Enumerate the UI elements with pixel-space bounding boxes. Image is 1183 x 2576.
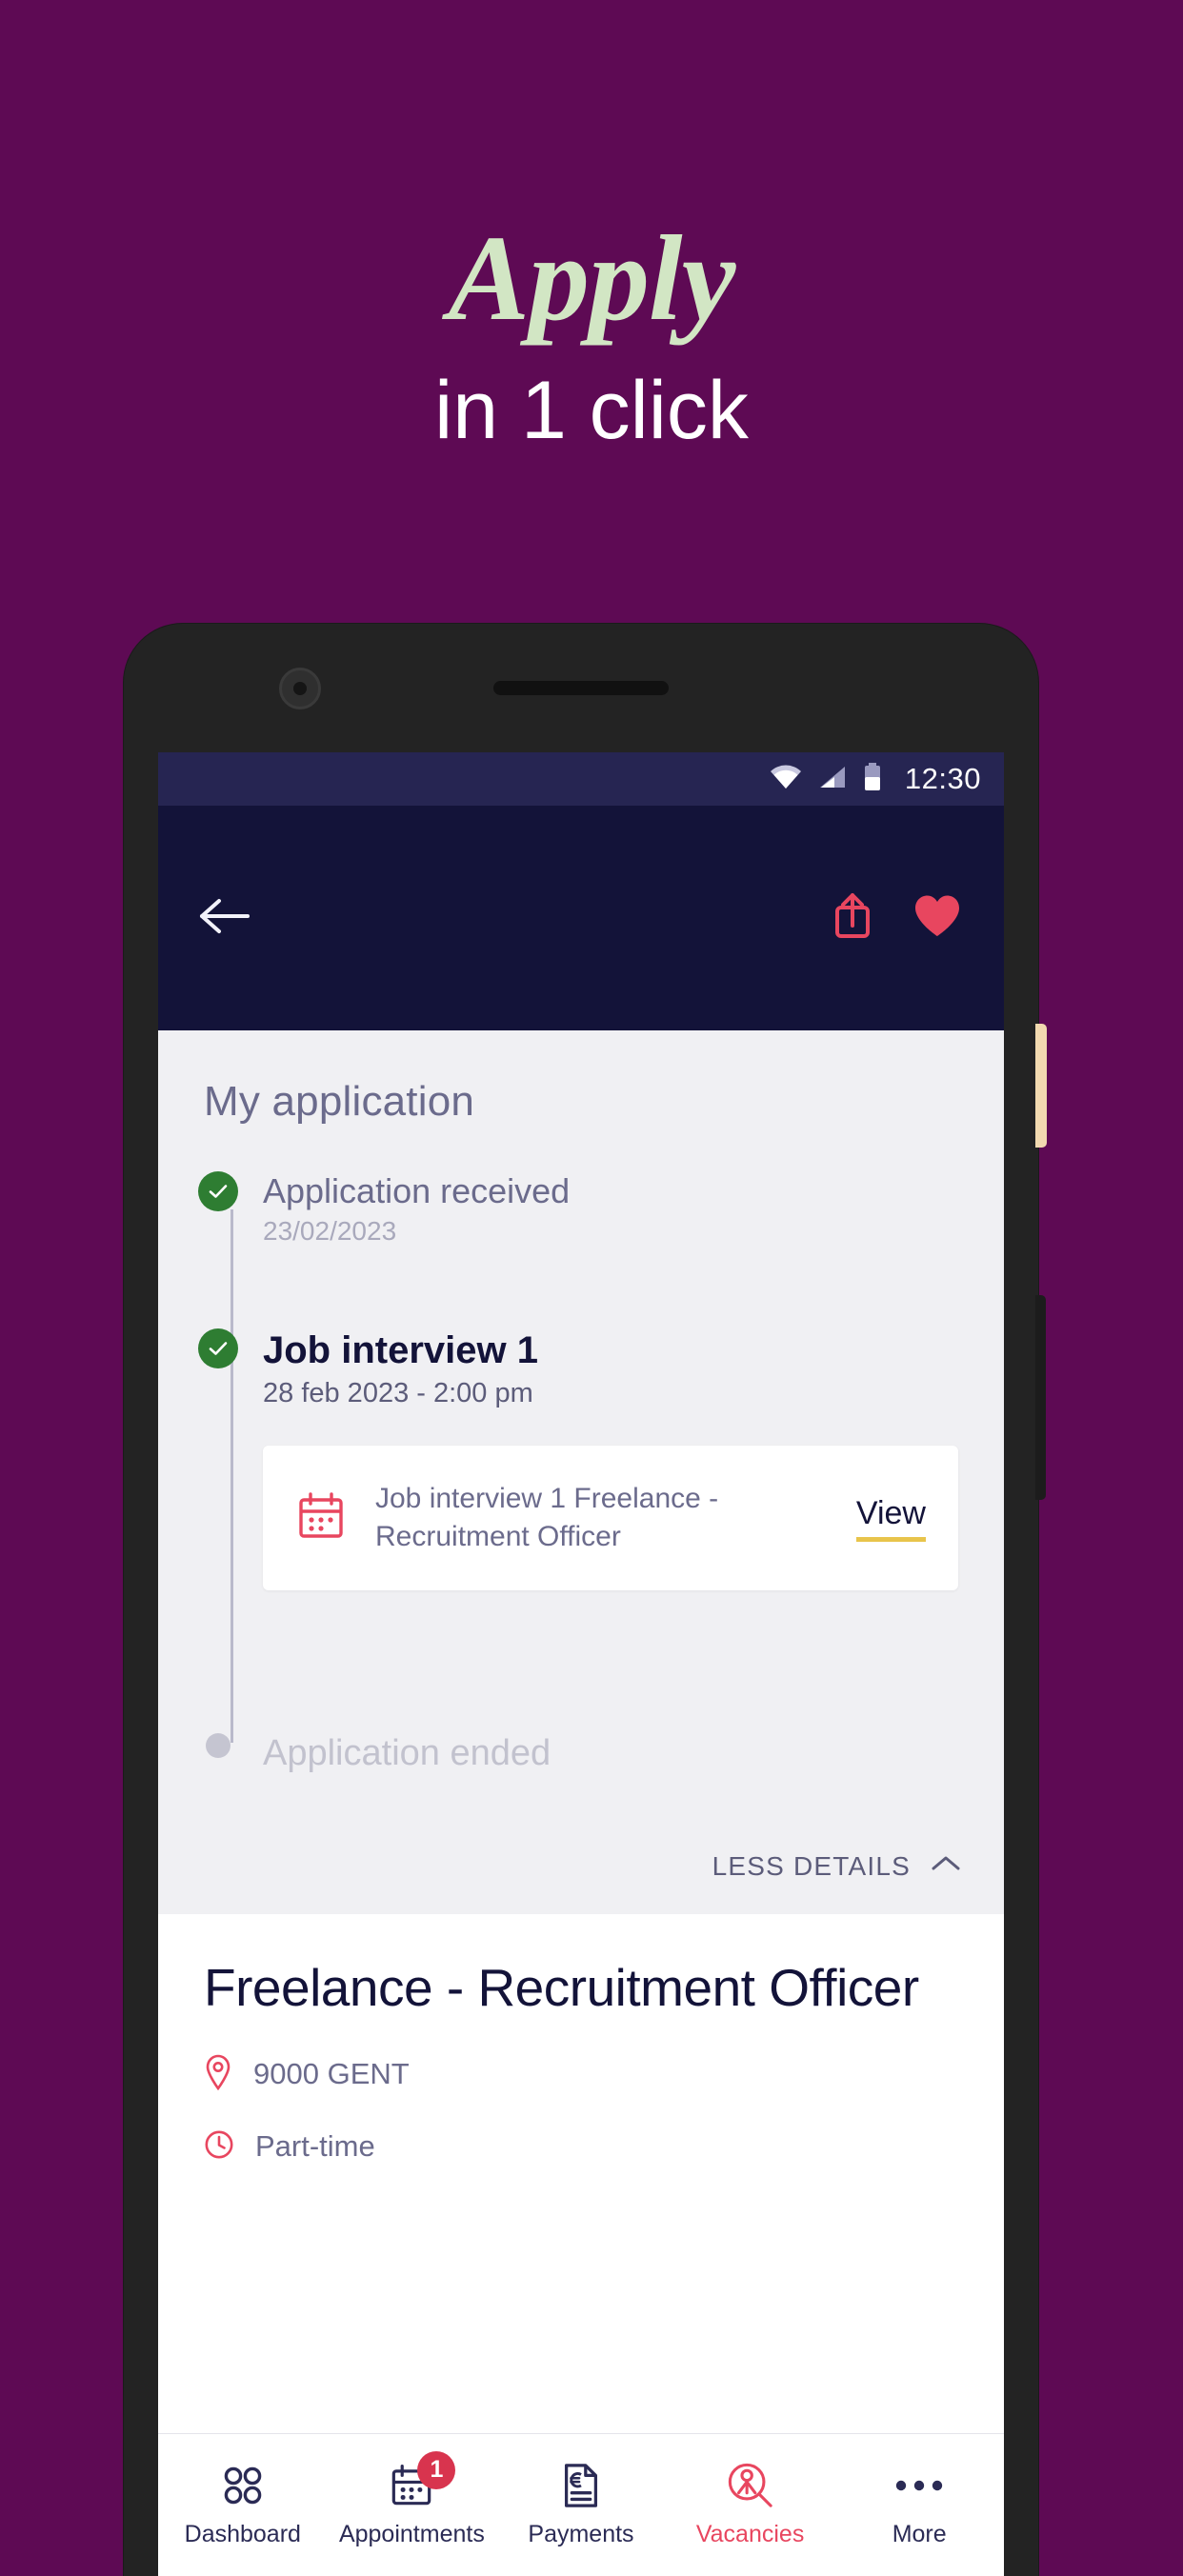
my-application-panel: My application Application received 23/0… (158, 1030, 1004, 1914)
bottom-navigation: Dashboard 1 Appointments Payments Vacanc… (158, 2433, 1004, 2576)
cellular-signal-icon (818, 765, 847, 794)
grid-dots-icon (218, 2463, 268, 2508)
nav-item-payments[interactable]: Payments (496, 2463, 666, 2548)
status-bar: 12:30 (158, 752, 1004, 806)
phone-screen: 12:30 My application Application receive… (158, 752, 1004, 2576)
nav-item-more[interactable]: More (834, 2463, 1004, 2548)
check-circle-icon (198, 1171, 238, 1211)
application-timeline: Application received 23/02/2023 Job inte… (158, 1171, 1004, 1775)
hero-headline-primary: Apply (448, 210, 736, 346)
nav-label: Dashboard (184, 2520, 301, 2547)
status-bar-clock: 12:30 (904, 762, 981, 795)
view-link[interactable]: View (855, 1495, 926, 1542)
phone-mockup: 12:30 My application Application receive… (124, 624, 1047, 2576)
notification-badge: 1 (417, 2450, 456, 2489)
app-bar (158, 806, 1004, 1030)
timeline-step-application-ended: Application ended (204, 1733, 1004, 1775)
phone-top-bezel (124, 624, 1038, 752)
interview-card[interactable]: Job interview 1 Freelance - Recruitment … (263, 1446, 958, 1591)
job-meta-contract: Part-time (204, 2129, 958, 2165)
earpiece-speaker (493, 681, 669, 695)
document-euro-icon (560, 2463, 602, 2508)
clock-icon (204, 2129, 234, 2165)
timeline-step-date: 23/02/2023 (263, 1216, 397, 1247)
nav-label: More (892, 2520, 947, 2547)
nav-item-vacancies[interactable]: Vacancies (666, 2463, 835, 2548)
share-icon[interactable] (831, 891, 874, 946)
location-pin-icon (204, 2054, 232, 2095)
timeline-connector (231, 1209, 233, 1743)
interview-card-text: Job interview 1 Freelance - Recruitment … (375, 1483, 719, 1553)
nav-label: Appointments (338, 2520, 485, 2547)
calendar-icon (295, 1490, 347, 1547)
battery-icon (863, 762, 882, 796)
pending-dot-icon (206, 1733, 231, 1759)
front-camera-icon (279, 668, 321, 709)
ellipsis-icon (893, 2463, 945, 2508)
timeline-step-label: Application received (263, 1171, 571, 1210)
volume-button[interactable] (1035, 1295, 1046, 1500)
hero-banner: Apply in 1 click (0, 0, 1183, 629)
power-button[interactable] (1035, 1024, 1047, 1148)
person-search-icon (727, 2463, 774, 2508)
check-circle-icon (198, 1328, 238, 1369)
timeline-step-label: Application ended (263, 1733, 551, 1774)
job-meta-location: 9000 GENT (204, 2054, 958, 2095)
calendar-icon: 1 (389, 2450, 456, 2508)
job-contract-label: Part-time (255, 2129, 375, 2164)
less-details-label: LESS DETAILS (712, 1850, 911, 1881)
nav-label: Vacancies (695, 2520, 805, 2547)
wifi-icon (770, 765, 802, 794)
timeline-step-application-received: Application received 23/02/2023 (198, 1171, 1004, 1247)
heart-icon[interactable] (912, 893, 962, 944)
hero-headline-secondary: in 1 click (434, 365, 749, 456)
job-title: Freelance - Recruitment Officer (204, 1957, 919, 2017)
timeline-step-label: Job interview 1 (263, 1329, 538, 1372)
page-title: My application (204, 1078, 475, 1125)
nav-item-appointments[interactable]: 1 Appointments (328, 2450, 497, 2548)
chevron-up-icon (930, 1853, 962, 1879)
back-arrow-icon[interactable] (198, 895, 253, 942)
less-details-toggle[interactable]: LESS DETAILS (158, 1851, 1004, 1914)
timeline-step-date: 28 feb 2023 - 2:00 pm (263, 1378, 533, 1409)
job-location-label: 9000 GENT (253, 2057, 410, 2091)
job-detail-section: Freelance - Recruitment Officer 9000 GEN… (158, 1913, 1004, 2165)
timeline-step-job-interview: Job interview 1 28 feb 2023 - 2:00 pm (198, 1328, 1004, 1409)
nav-label: Payments (528, 2520, 634, 2547)
nav-item-dashboard[interactable]: Dashboard (158, 2463, 328, 2548)
